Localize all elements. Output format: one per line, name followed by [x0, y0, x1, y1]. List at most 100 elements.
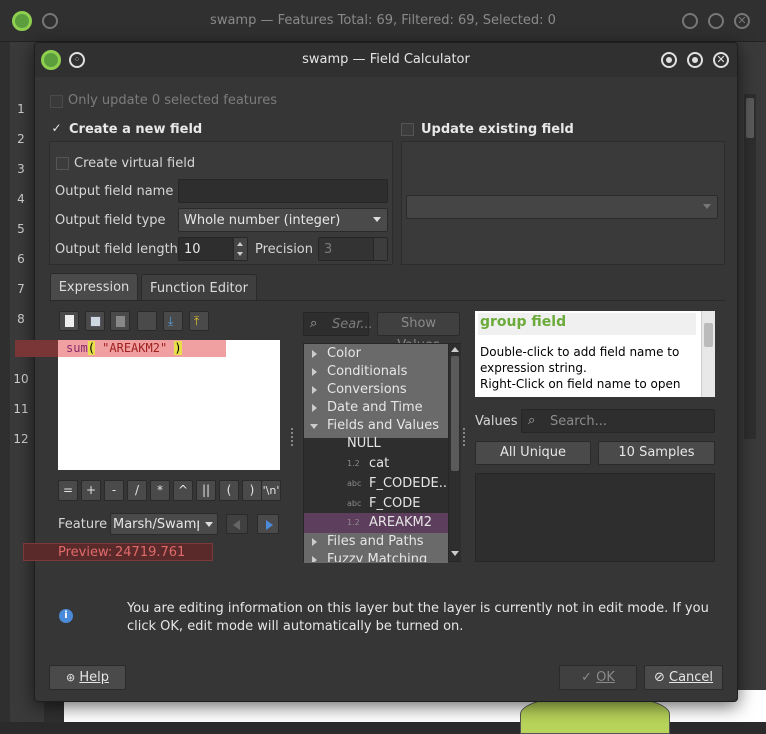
tree-item[interactable]: NULL	[304, 435, 448, 453]
save-icon[interactable]	[85, 311, 105, 331]
create-new-field-checkbox[interactable]: ✓	[50, 122, 63, 136]
row-number[interactable]: 2	[10, 124, 32, 154]
previous-feature-button[interactable]	[226, 514, 248, 534]
operator-newline-button[interactable]: '\n'	[261, 480, 281, 501]
row-number[interactable]: 10	[10, 364, 32, 394]
tab-divider	[49, 300, 725, 301]
ok-button[interactable]: ✓ OK	[559, 665, 637, 690]
operator-plus-button[interactable]: +	[81, 480, 101, 501]
create-new-field-label: Create a new field	[69, 122, 203, 137]
function-group[interactable]: Color	[304, 345, 448, 363]
operator-concat-button[interactable]: ||	[196, 480, 216, 501]
spin-arrows-icon[interactable]	[373, 238, 387, 260]
cancel-button[interactable]: ⊘ Cancel	[644, 665, 723, 690]
minimize-icon[interactable]	[682, 13, 698, 29]
close-icon[interactable]: ✕	[713, 52, 729, 68]
minimize-icon[interactable]	[661, 52, 677, 68]
function-group[interactable]: Files and Paths	[304, 533, 448, 551]
tab-function-editor[interactable]: Function Editor	[141, 274, 257, 301]
operator-multiply-button[interactable]: *	[150, 480, 170, 501]
spin-arrows-icon[interactable]	[233, 238, 247, 260]
tree-item-selected[interactable]: 1.2 AREAKM2	[304, 513, 448, 533]
tree-scrollbar[interactable]	[448, 344, 461, 561]
maximize-icon[interactable]	[708, 13, 724, 29]
table-scrollbar[interactable]	[744, 94, 756, 439]
only-update-selected-checkbox[interactable]	[50, 95, 63, 108]
values-search-placeholder: Search...	[550, 414, 608, 429]
line-number-gutter	[15, 340, 58, 357]
tab-expression[interactable]: Expression	[50, 273, 138, 301]
function-search-placeholder: Sear...	[332, 317, 373, 332]
preview-value: 24719.761	[115, 545, 186, 560]
arrow-left-icon	[233, 520, 240, 530]
help-scrollbar[interactable]	[701, 311, 715, 397]
ten-samples-button[interactable]: 10 Samples	[598, 441, 715, 465]
row-number[interactable]: 8	[10, 304, 32, 334]
row-number[interactable]: 12	[10, 424, 32, 454]
help-title: group field	[480, 314, 567, 330]
row-number[interactable]: 7	[10, 274, 32, 304]
dialog-title: swamp — Field Calculator	[302, 52, 470, 67]
close-icon[interactable]: ✕	[734, 13, 750, 29]
maximize-icon[interactable]	[687, 52, 703, 68]
field-token: "AREAKM2"	[94, 341, 175, 355]
ok-button-label: OK	[596, 670, 615, 685]
function-group[interactable]: Conversions	[304, 381, 448, 399]
function-tree[interactable]: Color Conditionals Conversions Date and …	[303, 343, 461, 563]
operator-minus-button[interactable]: -	[104, 480, 124, 501]
edit-icon[interactable]	[110, 311, 130, 331]
show-values-button[interactable]: Show Values	[377, 312, 460, 353]
create-virtual-field-checkbox[interactable]	[56, 157, 69, 170]
tree-item[interactable]: abc F_CODE	[304, 495, 448, 513]
operator-equals-button[interactable]: =	[58, 480, 78, 501]
splitter-handle[interactable]	[291, 428, 294, 446]
operator-power-button[interactable]: ^	[173, 480, 193, 501]
operator-close-paren-button[interactable]: )	[242, 480, 262, 501]
row-number[interactable]: 5	[10, 214, 32, 244]
operator-divide-button[interactable]: /	[127, 480, 147, 501]
new-file-icon[interactable]	[59, 311, 79, 331]
lifebuoy-icon: ⊛	[66, 671, 76, 684]
expression-text: sum( "AREAKM2" )	[66, 341, 182, 355]
splitter-handle[interactable]	[463, 428, 466, 446]
values-list[interactable]	[475, 473, 715, 562]
next-feature-button[interactable]	[257, 514, 279, 534]
function-group[interactable]: Conditionals	[304, 363, 448, 381]
values-search-input[interactable]: ⌕ Search...	[521, 409, 715, 433]
tree-item[interactable]: 1.2 cat	[304, 455, 448, 473]
help-button[interactable]: ⊛ Help	[49, 665, 126, 690]
function-group[interactable]: Date and Time	[304, 399, 448, 417]
feature-combo[interactable]: Marsh/Swamp	[110, 513, 218, 535]
row-number[interactable]: 11	[10, 394, 32, 424]
import-icon[interactable]: ⤓	[163, 311, 183, 331]
tree-item[interactable]: abc F_CODEDE...	[304, 475, 451, 493]
function-group[interactable]: Fuzzy Matching	[304, 551, 448, 562]
all-unique-button[interactable]: All Unique	[475, 441, 591, 465]
help-panel: group field Double-click to add field na…	[475, 311, 715, 397]
precision-spinbox[interactable]: 3	[318, 237, 388, 261]
export-icon[interactable]: ⤒	[189, 311, 209, 331]
blank-icon[interactable]	[137, 311, 157, 331]
create-virtual-field-label: Create virtual field	[74, 156, 196, 171]
existing-field-combo[interactable]	[406, 195, 718, 219]
output-field-type-combo[interactable]: Whole number (integer)	[178, 208, 388, 232]
help-button-label: Help	[79, 670, 109, 685]
update-existing-field-checkbox[interactable]	[401, 123, 414, 136]
output-field-length-spinbox[interactable]: 10	[178, 237, 248, 261]
row-number[interactable]: 1	[10, 94, 32, 124]
cancel-icon: ⊘	[653, 670, 665, 685]
function-search-input[interactable]: ⌕ Sear...	[303, 312, 373, 336]
row-number[interactable]: 6	[10, 244, 32, 274]
row-number[interactable]: 4	[10, 184, 32, 214]
expression-editor[interactable]: sum( "AREAKM2" )	[58, 340, 280, 470]
output-field-length-value: 10	[184, 242, 201, 257]
help-text-1: Double-click to add field name to expres…	[480, 345, 680, 375]
function-token: sum	[66, 341, 88, 355]
function-group-open[interactable]: Fields and Values	[304, 417, 448, 435]
output-field-name-input[interactable]	[178, 179, 388, 203]
row-number[interactable]: 3	[10, 154, 32, 184]
output-field-name-label: Output field name	[55, 184, 174, 199]
check-icon: ✓	[581, 670, 592, 685]
chevron-down-icon	[205, 522, 213, 527]
operator-open-paren-button[interactable]: (	[219, 480, 239, 501]
